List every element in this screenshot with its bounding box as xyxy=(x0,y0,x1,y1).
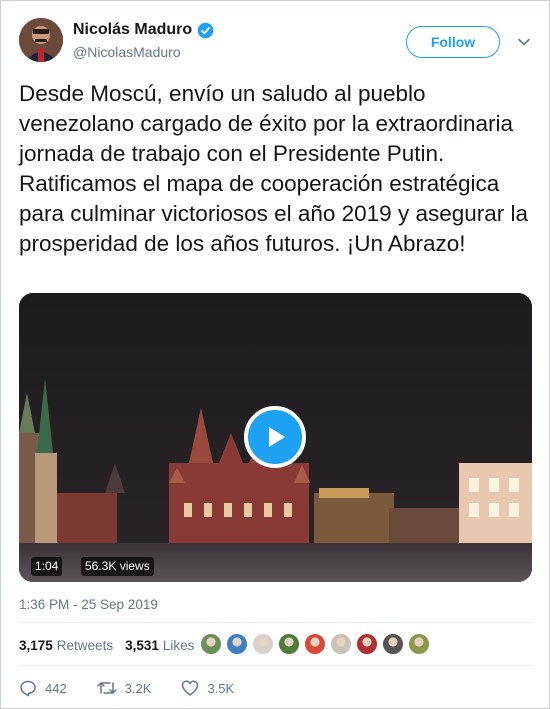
liker-avatar[interactable] xyxy=(408,633,430,655)
follow-button[interactable]: Follow xyxy=(406,26,500,58)
liker-avatar[interactable] xyxy=(382,633,404,655)
reply-count: 442 xyxy=(45,680,67,696)
liker-avatars xyxy=(200,633,434,655)
engagement-stats: 3,175 Retweets 3,531 Likes xyxy=(19,638,194,653)
tweet-actions: 442 3.2K 3.5K xyxy=(19,679,264,697)
like-button[interactable]: 3.5K xyxy=(181,679,234,697)
likes-count[interactable]: 3,531 xyxy=(125,638,159,653)
liker-avatar[interactable] xyxy=(278,633,300,655)
chevron-down-icon[interactable] xyxy=(517,35,531,49)
tweet-card: Nicolás Maduro @NicolasMaduro Follow Des… xyxy=(0,0,550,709)
liker-avatar[interactable] xyxy=(304,633,326,655)
video-duration: 1:04 xyxy=(31,557,63,576)
liker-avatar[interactable] xyxy=(330,633,352,655)
play-button[interactable] xyxy=(244,406,306,468)
retweet-count: 3.2K xyxy=(124,680,152,696)
reply-button[interactable]: 442 xyxy=(19,679,67,697)
liker-avatar[interactable] xyxy=(356,633,378,655)
retweet-button[interactable]: 3.2K xyxy=(96,679,152,697)
heart-icon xyxy=(182,680,199,696)
liker-avatar[interactable] xyxy=(226,633,248,655)
liker-avatar[interactable] xyxy=(252,633,274,655)
play-icon xyxy=(269,427,285,447)
divider xyxy=(19,665,532,666)
verified-badge-icon xyxy=(197,22,214,38)
tweet-timestamp[interactable]: 1:36 PM - 25 Sep 2019 xyxy=(19,597,158,612)
video-views: 56.3K views xyxy=(81,557,154,576)
reply-icon xyxy=(20,680,36,697)
user-handle[interactable]: @NicolasMaduro xyxy=(73,44,181,60)
liker-avatar[interactable] xyxy=(200,633,222,655)
retweets-label[interactable]: Retweets xyxy=(57,638,113,653)
retweet-icon xyxy=(96,682,117,694)
video-player[interactable]: 1:04 56.3K views xyxy=(19,293,532,582)
retweets-count[interactable]: 3,175 xyxy=(19,638,53,653)
tweet-text: Desde Moscú, envío un saludo al pueblo v… xyxy=(19,81,529,256)
like-count: 3.5K xyxy=(207,680,235,696)
avatar[interactable] xyxy=(19,18,63,62)
likes-label[interactable]: Likes xyxy=(163,638,195,653)
user-name[interactable]: Nicolás Maduro xyxy=(73,21,192,39)
divider xyxy=(19,622,532,623)
